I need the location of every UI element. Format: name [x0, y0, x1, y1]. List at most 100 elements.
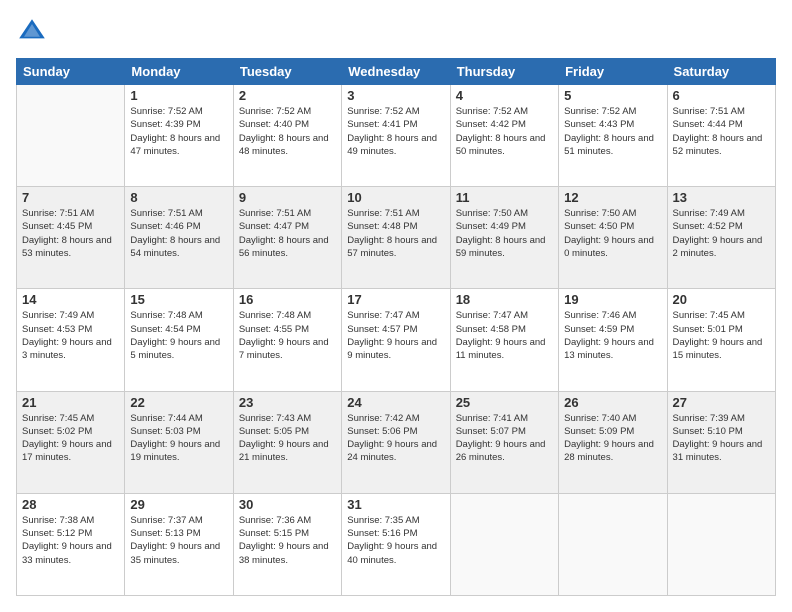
calendar-cell: 16Sunrise: 7:48 AMSunset: 4:55 PMDayligh… — [233, 289, 341, 391]
calendar-cell: 23Sunrise: 7:43 AMSunset: 5:05 PMDayligh… — [233, 391, 341, 493]
col-header-saturday: Saturday — [667, 59, 775, 85]
calendar-cell: 26 Sunrise: 7:40 AMSunset: 5:09 PMDayligh… — [559, 391, 667, 493]
col-header-wednesday: Wednesday — [342, 59, 450, 85]
calendar-cell — [450, 493, 558, 595]
calendar-cell: 24 Sunrise: 7:42 AMSunset: 5:06 PMDayligh… — [342, 391, 450, 493]
calendar-cell: 18 Sunrise: 7:47 AMSunset: 4:58 PMDayligh… — [450, 289, 558, 391]
day-info: Sunrise: 7:40 AMSunset: 5:09 PMDaylight:… — [564, 412, 661, 465]
calendar-cell: 12 Sunrise: 7:50 AMSunset: 4:50 PMDayligh… — [559, 187, 667, 289]
col-header-tuesday: Tuesday — [233, 59, 341, 85]
day-number: 9 — [239, 190, 336, 205]
calendar-cell: 14 Sunrise: 7:49 AMSunset: 4:53 PMDayligh… — [17, 289, 125, 391]
day-number: 20 — [673, 292, 770, 307]
calendar-cell: 29 Sunrise: 7:37 AMSunset: 5:13 PMDayligh… — [125, 493, 233, 595]
calendar-cell — [667, 493, 775, 595]
calendar-cell: 9 Sunrise: 7:51 AMSunset: 4:47 PMDaylight… — [233, 187, 341, 289]
col-header-friday: Friday — [559, 59, 667, 85]
day-info: Sunrise: 7:49 AMSunset: 4:52 PMDaylight:… — [673, 207, 770, 260]
calendar-week-row: 28 Sunrise: 7:38 AMSunset: 5:12 PMDayligh… — [17, 493, 776, 595]
calendar-week-row: 1 Sunrise: 7:52 AMSunset: 4:39 PMDaylight… — [17, 85, 776, 187]
day-number: 16 — [239, 292, 336, 307]
day-number: 5 — [564, 88, 661, 103]
calendar-cell: 11 Sunrise: 7:50 AMSunset: 4:49 PMDayligh… — [450, 187, 558, 289]
day-info: Sunrise: 7:43 AMSunset: 5:05 PMDaylight:… — [239, 412, 336, 465]
day-number: 1 — [130, 88, 227, 103]
day-number: 28 — [22, 497, 119, 512]
day-number: 29 — [130, 497, 227, 512]
day-number: 8 — [130, 190, 227, 205]
day-number: 27 — [673, 395, 770, 410]
day-number: 11 — [456, 190, 553, 205]
day-info: Sunrise: 7:44 AMSunset: 5:03 PMDaylight:… — [130, 412, 227, 465]
calendar-week-row: 14 Sunrise: 7:49 AMSunset: 4:53 PMDayligh… — [17, 289, 776, 391]
day-number: 17 — [347, 292, 444, 307]
day-info: Sunrise: 7:52 AMSunset: 4:43 PMDaylight:… — [564, 105, 661, 158]
calendar-cell: 3 Sunrise: 7:52 AMSunset: 4:41 PMDaylight… — [342, 85, 450, 187]
day-number: 14 — [22, 292, 119, 307]
day-number: 30 — [239, 497, 336, 512]
day-info: Sunrise: 7:50 AMSunset: 4:49 PMDaylight:… — [456, 207, 553, 260]
logo — [16, 16, 50, 48]
day-number: 4 — [456, 88, 553, 103]
day-info: Sunrise: 7:46 AMSunset: 4:59 PMDaylight:… — [564, 309, 661, 362]
calendar-cell: 17 Sunrise: 7:47 AMSunset: 4:57 PMDayligh… — [342, 289, 450, 391]
day-number: 25 — [456, 395, 553, 410]
page: SundayMondayTuesdayWednesdayThursdayFrid… — [0, 0, 792, 612]
day-info: Sunrise: 7:38 AMSunset: 5:12 PMDaylight:… — [22, 514, 119, 567]
calendar-cell: 10 Sunrise: 7:51 AMSunset: 4:48 PMDayligh… — [342, 187, 450, 289]
day-info: Sunrise: 7:49 AMSunset: 4:53 PMDaylight:… — [22, 309, 119, 362]
calendar-cell: 1 Sunrise: 7:52 AMSunset: 4:39 PMDaylight… — [125, 85, 233, 187]
day-info: Sunrise: 7:35 AMSunset: 5:16 PMDaylight:… — [347, 514, 444, 567]
calendar-cell: 25 Sunrise: 7:41 AMSunset: 5:07 PMDayligh… — [450, 391, 558, 493]
calendar-cell: 28 Sunrise: 7:38 AMSunset: 5:12 PMDayligh… — [17, 493, 125, 595]
calendar-cell: 22 Sunrise: 7:44 AMSunset: 5:03 PMDayligh… — [125, 391, 233, 493]
logo-icon — [16, 16, 48, 48]
calendar-cell: 27Sunrise: 7:39 AMSunset: 5:10 PMDayligh… — [667, 391, 775, 493]
day-info: Sunrise: 7:47 AMSunset: 4:57 PMDaylight:… — [347, 309, 444, 362]
calendar-table: SundayMondayTuesdayWednesdayThursdayFrid… — [16, 58, 776, 596]
day-number: 19 — [564, 292, 661, 307]
day-info: Sunrise: 7:51 AMSunset: 4:48 PMDaylight:… — [347, 207, 444, 260]
day-number: 22 — [130, 395, 227, 410]
day-number: 31 — [347, 497, 444, 512]
col-header-monday: Monday — [125, 59, 233, 85]
day-info: Sunrise: 7:42 AMSunset: 5:06 PMDaylight:… — [347, 412, 444, 465]
calendar-cell: 30Sunrise: 7:36 AMSunset: 5:15 PMDayligh… — [233, 493, 341, 595]
calendar-week-row: 7Sunrise: 7:51 AMSunset: 4:45 PMDaylight… — [17, 187, 776, 289]
day-number: 10 — [347, 190, 444, 205]
day-info: Sunrise: 7:52 AMSunset: 4:40 PMDaylight:… — [239, 105, 336, 158]
day-number: 18 — [456, 292, 553, 307]
day-info: Sunrise: 7:45 AMSunset: 5:02 PMDaylight:… — [22, 412, 119, 465]
calendar-cell: 4Sunrise: 7:52 AMSunset: 4:42 PMDaylight… — [450, 85, 558, 187]
header — [16, 16, 776, 48]
day-info: Sunrise: 7:48 AMSunset: 4:54 PMDaylight:… — [130, 309, 227, 362]
day-number: 12 — [564, 190, 661, 205]
col-header-thursday: Thursday — [450, 59, 558, 85]
calendar-cell: 5 Sunrise: 7:52 AMSunset: 4:43 PMDaylight… — [559, 85, 667, 187]
calendar-cell: 2 Sunrise: 7:52 AMSunset: 4:40 PMDaylight… — [233, 85, 341, 187]
calendar-cell: 21 Sunrise: 7:45 AMSunset: 5:02 PMDayligh… — [17, 391, 125, 493]
day-info: Sunrise: 7:47 AMSunset: 4:58 PMDaylight:… — [456, 309, 553, 362]
day-info: Sunrise: 7:45 AMSunset: 5:01 PMDaylight:… — [673, 309, 770, 362]
day-info: Sunrise: 7:41 AMSunset: 5:07 PMDaylight:… — [456, 412, 553, 465]
day-number: 26 — [564, 395, 661, 410]
day-info: Sunrise: 7:52 AMSunset: 4:41 PMDaylight:… — [347, 105, 444, 158]
col-header-sunday: Sunday — [17, 59, 125, 85]
day-number: 21 — [22, 395, 119, 410]
day-number: 2 — [239, 88, 336, 103]
calendar-cell: 19 Sunrise: 7:46 AMSunset: 4:59 PMDayligh… — [559, 289, 667, 391]
day-number: 6 — [673, 88, 770, 103]
day-info: Sunrise: 7:52 AMSunset: 4:39 PMDaylight:… — [130, 105, 227, 158]
calendar-cell: 31 Sunrise: 7:35 AMSunset: 5:16 PMDayligh… — [342, 493, 450, 595]
day-number: 24 — [347, 395, 444, 410]
calendar-cell: 7Sunrise: 7:51 AMSunset: 4:45 PMDaylight… — [17, 187, 125, 289]
day-info: Sunrise: 7:50 AMSunset: 4:50 PMDaylight:… — [564, 207, 661, 260]
calendar-cell — [559, 493, 667, 595]
day-info: Sunrise: 7:37 AMSunset: 5:13 PMDaylight:… — [130, 514, 227, 567]
calendar-cell: 6Sunrise: 7:51 AMSunset: 4:44 PMDaylight… — [667, 85, 775, 187]
calendar-header-row: SundayMondayTuesdayWednesdayThursdayFrid… — [17, 59, 776, 85]
day-number: 3 — [347, 88, 444, 103]
calendar-cell: 8Sunrise: 7:51 AMSunset: 4:46 PMDaylight… — [125, 187, 233, 289]
calendar-week-row: 21 Sunrise: 7:45 AMSunset: 5:02 PMDayligh… — [17, 391, 776, 493]
day-info: Sunrise: 7:51 AMSunset: 4:47 PMDaylight:… — [239, 207, 336, 260]
